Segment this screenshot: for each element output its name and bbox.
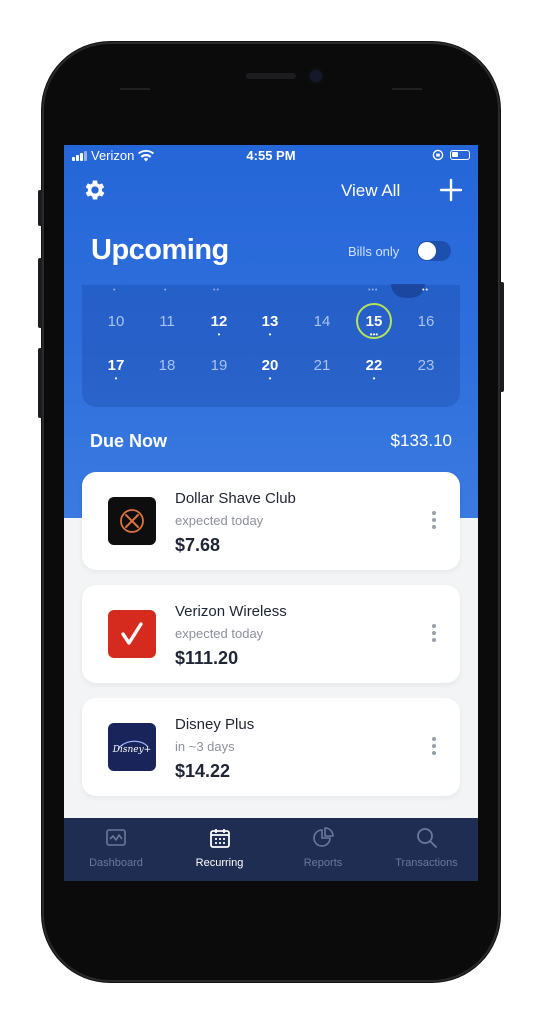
- bill-dots: •: [372, 374, 376, 383]
- tab-transactions[interactable]: Transactions: [375, 818, 479, 881]
- dashboard-icon: [104, 826, 128, 850]
- bill-dots: •••: [369, 330, 379, 339]
- tab-label: Transactions: [395, 857, 458, 869]
- disney-plus-logo: Disney+: [108, 723, 156, 771]
- calendar-grid[interactable]: • • •• ••• •• 10 11 12 • 13 • 14 15 ••• 16 17 • 18 19…: [82, 285, 460, 407]
- status-right: [432, 149, 470, 161]
- toggle-knob: [418, 242, 436, 260]
- prev-week-dots: •••: [368, 287, 379, 294]
- earpiece-speaker: [246, 73, 296, 79]
- calendar-day[interactable]: 15: [359, 313, 389, 330]
- bills-only-toggle[interactable]: [417, 241, 451, 261]
- status-bar: Verizon 4:55 PM: [64, 145, 478, 167]
- add-icon[interactable]: [438, 177, 464, 203]
- bill-amount: $7.68: [175, 535, 221, 555]
- prev-week-dots: •: [113, 287, 117, 294]
- battery-icon: [450, 150, 470, 160]
- silent-switch: [38, 190, 42, 226]
- bill-card[interactable]: Dollar Shave Club expected today $7.68: [82, 472, 460, 570]
- calendar-day[interactable]: 20: [255, 357, 285, 374]
- volume-down-button: [38, 348, 42, 418]
- page-title: Upcoming: [91, 234, 229, 266]
- tab-dashboard[interactable]: Dashboard: [64, 818, 168, 881]
- orientation-lock-icon: [432, 149, 444, 161]
- verizon-logo: [108, 610, 156, 658]
- bill-dots: •: [217, 330, 221, 339]
- search-icon: [415, 826, 439, 850]
- calendar-day[interactable]: 17: [101, 357, 131, 374]
- bill-dots: •: [268, 374, 272, 383]
- bill-card[interactable]: Verizon Wireless expected today $111.20: [82, 585, 460, 683]
- app-screen: Verizon 4:55 PM View All Upcoming Bills …: [64, 145, 478, 881]
- bill-name: Verizon Wireless: [175, 603, 287, 620]
- calendar-day[interactable]: 12: [204, 313, 234, 330]
- calendar-day[interactable]: 11: [152, 313, 182, 330]
- more-options-icon[interactable]: [430, 511, 438, 533]
- calendar-icon: [208, 826, 232, 850]
- bill-name: Dollar Shave Club: [175, 490, 296, 507]
- top-bar: View All: [64, 175, 478, 207]
- tab-label: Recurring: [195, 857, 244, 869]
- calendar-day[interactable]: 14: [307, 313, 337, 330]
- more-options-icon[interactable]: [430, 737, 438, 759]
- volume-up-button: [38, 258, 42, 328]
- tab-bar: Dashboard Recurring Reports Transactions: [64, 818, 478, 881]
- settings-gear-icon[interactable]: [82, 177, 108, 203]
- calendar-day[interactable]: 10: [101, 313, 131, 330]
- bill-name: Disney Plus: [175, 716, 255, 733]
- calendar-day[interactable]: 21: [307, 357, 337, 374]
- calendar-day[interactable]: 22: [359, 357, 389, 374]
- bill-card[interactable]: Disney+ Disney Plus in ~3 days $14.22: [82, 698, 460, 796]
- bill-dots: •: [268, 330, 272, 339]
- due-now-total: $133.10: [390, 431, 452, 450]
- prev-week-dots: •: [164, 287, 168, 294]
- calendar-day[interactable]: 23: [411, 357, 441, 374]
- power-button: [500, 282, 504, 392]
- calendar-day[interactable]: 13: [255, 313, 285, 330]
- tab-recurring[interactable]: Recurring: [168, 818, 272, 881]
- due-now-label: Due Now: [90, 431, 168, 451]
- calendar-day[interactable]: 19: [204, 357, 234, 374]
- tab-label: Reports: [303, 857, 343, 869]
- tab-label: Dashboard: [89, 857, 143, 869]
- more-options-icon[interactable]: [430, 624, 438, 646]
- bill-amount: $14.22: [175, 761, 231, 781]
- svg-text:Disney+: Disney+: [112, 745, 151, 755]
- bill-due-status: expected today: [175, 513, 264, 528]
- view-all-link[interactable]: View All: [341, 181, 400, 201]
- calendar-day[interactable]: 16: [411, 313, 441, 330]
- calendar-day[interactable]: 18: [152, 357, 182, 374]
- dollar-shave-club-logo: [108, 497, 156, 545]
- bill-due-status: in ~3 days: [175, 739, 235, 754]
- front-camera: [310, 70, 322, 82]
- prev-week-dots: ••: [213, 287, 220, 294]
- bill-due-status: expected today: [175, 626, 264, 641]
- bill-amount: $111.20: [175, 648, 239, 668]
- frame-antenna-line: [120, 88, 150, 90]
- prev-week-dots: ••: [422, 287, 429, 294]
- bills-only-label: Bills only: [348, 244, 400, 259]
- status-time: 4:55 PM: [246, 148, 296, 163]
- frame-antenna-line: [392, 88, 422, 90]
- tab-reports[interactable]: Reports: [271, 818, 375, 881]
- pie-chart-icon: [311, 826, 335, 850]
- bill-dots: •: [114, 374, 118, 383]
